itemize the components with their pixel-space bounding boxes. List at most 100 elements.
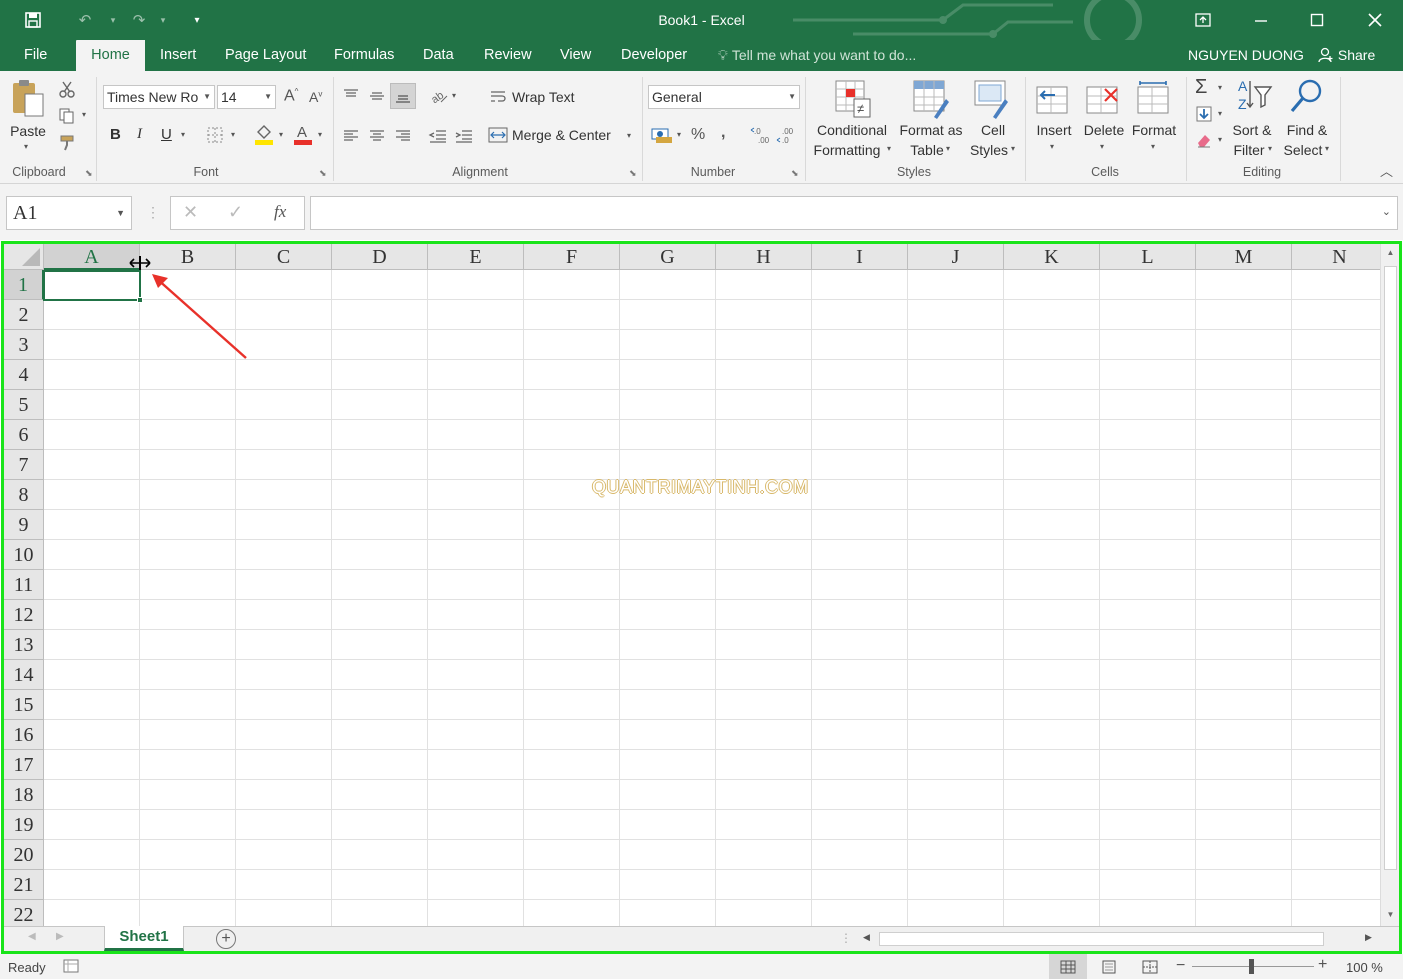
autosum-icon[interactable]: Σ: [1195, 76, 1207, 99]
row-header-6[interactable]: 6: [4, 420, 44, 450]
horizontal-scrollbar[interactable]: ◀ ▶: [859, 930, 1379, 948]
fill-color-dropdown-icon[interactable]: ▾: [279, 130, 283, 139]
row-header-14[interactable]: 14: [4, 660, 44, 690]
row-header-12[interactable]: 12: [4, 600, 44, 630]
row-header-9[interactable]: 9: [4, 510, 44, 540]
share-button[interactable]: Share: [1318, 40, 1375, 71]
percent-style-button[interactable]: %: [691, 126, 705, 144]
tab-home[interactable]: Home: [76, 40, 145, 71]
page-layout-view-icon[interactable]: [1092, 958, 1126, 976]
increase-decimal-icon[interactable]: .0.00: [750, 124, 772, 146]
number-format-combo[interactable]: General ▼: [648, 85, 800, 109]
tab-developer[interactable]: Developer: [613, 40, 695, 71]
row-header-13[interactable]: 13: [4, 630, 44, 660]
new-sheet-icon[interactable]: +: [216, 929, 236, 949]
zoom-out-icon[interactable]: −: [1176, 957, 1185, 975]
confirm-entry-icon[interactable]: ✓: [228, 202, 243, 223]
decrease-decimal-icon[interactable]: .00.0: [776, 124, 798, 146]
select-all-corner[interactable]: [4, 244, 44, 270]
comma-style-button[interactable]: ,: [721, 124, 725, 142]
format-painter-icon[interactable]: [57, 133, 77, 153]
column-header-h[interactable]: H: [716, 244, 812, 270]
font-color-dropdown-icon[interactable]: ▾: [318, 130, 322, 139]
name-box[interactable]: A1 ▼: [6, 196, 132, 230]
row-header-18[interactable]: 18: [4, 780, 44, 810]
wrap-text-icon[interactable]: [488, 87, 508, 107]
scroll-right-icon[interactable]: ▶: [1365, 932, 1372, 943]
sheet-tab-sheet1[interactable]: Sheet1: [104, 926, 184, 951]
autosum-dropdown-icon[interactable]: ▾: [1218, 83, 1222, 92]
user-name[interactable]: NGUYEN DUONG: [1188, 40, 1304, 71]
row-header-1[interactable]: 1: [4, 270, 44, 300]
column-header-k[interactable]: K: [1004, 244, 1100, 270]
collapse-ribbon-icon[interactable]: ︿: [1380, 161, 1393, 180]
accounting-dropdown-icon[interactable]: ▾: [677, 130, 681, 139]
align-center-icon[interactable]: [366, 125, 388, 147]
increase-indent-icon[interactable]: [453, 125, 475, 147]
row-header-21[interactable]: 21: [4, 870, 44, 900]
row-header-10[interactable]: 10: [4, 540, 44, 570]
bold-button[interactable]: B: [110, 126, 121, 143]
column-header-f[interactable]: F: [524, 244, 620, 270]
wrap-text-button[interactable]: Wrap Text: [512, 89, 575, 105]
bottom-align-icon[interactable]: [390, 83, 416, 109]
tab-page-layout[interactable]: Page Layout: [217, 40, 314, 71]
row-header-15[interactable]: 15: [4, 690, 44, 720]
normal-view-icon[interactable]: [1049, 954, 1087, 979]
align-left-icon[interactable]: [340, 125, 362, 147]
underline-dropdown-icon[interactable]: ▾: [181, 130, 185, 139]
column-header-d[interactable]: D: [332, 244, 428, 270]
font-color-icon[interactable]: A: [292, 122, 314, 146]
orientation-icon[interactable]: ab: [428, 85, 450, 107]
fill-dropdown-icon[interactable]: ▾: [1218, 109, 1222, 118]
minimize-icon[interactable]: [1238, 4, 1284, 36]
merge-center-button[interactable]: Merge & Center: [512, 127, 611, 143]
clear-dropdown-icon[interactable]: ▾: [1218, 135, 1222, 144]
horizontal-scroll-thumb[interactable]: [879, 932, 1324, 946]
close-icon[interactable]: [1352, 4, 1398, 36]
row-header-20[interactable]: 20: [4, 840, 44, 870]
column-header-i[interactable]: I: [812, 244, 908, 270]
font-launcher-icon[interactable]: ⬊: [319, 168, 327, 179]
accounting-format-icon[interactable]: [650, 124, 674, 146]
zoom-in-icon[interactable]: +: [1318, 956, 1327, 974]
alignment-launcher-icon[interactable]: ⬊: [629, 168, 637, 179]
scroll-up-icon[interactable]: ▲: [1381, 248, 1399, 257]
column-header-g[interactable]: G: [620, 244, 716, 270]
vertical-scroll-thumb[interactable]: [1384, 266, 1397, 870]
tab-view[interactable]: View: [552, 40, 599, 71]
borders-icon[interactable]: [205, 125, 225, 145]
orientation-dropdown-icon[interactable]: ▾: [452, 91, 456, 100]
tab-formulas[interactable]: Formulas: [326, 40, 402, 71]
row-header-11[interactable]: 11: [4, 570, 44, 600]
vertical-scrollbar[interactable]: ▲ ▼: [1380, 244, 1399, 926]
row-header-3[interactable]: 3: [4, 330, 44, 360]
ribbon-display-options-icon[interactable]: [1180, 4, 1226, 36]
cut-icon[interactable]: [57, 79, 77, 99]
row-header-4[interactable]: 4: [4, 360, 44, 390]
tab-data[interactable]: Data: [415, 40, 462, 71]
font-name-combo[interactable]: Times New Ro ▼: [103, 85, 215, 109]
row-header-2[interactable]: 2: [4, 300, 44, 330]
column-header-m[interactable]: M: [1196, 244, 1292, 270]
increase-font-icon[interactable]: A^: [284, 87, 298, 105]
row-header-17[interactable]: 17: [4, 750, 44, 780]
macro-record-icon[interactable]: [62, 958, 80, 974]
page-break-view-icon[interactable]: [1133, 958, 1167, 976]
row-header-16[interactable]: 16: [4, 720, 44, 750]
formula-input[interactable]: ⌄: [310, 196, 1398, 230]
borders-dropdown-icon[interactable]: ▾: [231, 130, 235, 139]
column-header-l[interactable]: L: [1100, 244, 1196, 270]
tell-me-search[interactable]: 💡︎ Tell me what you want to do...: [718, 40, 916, 71]
tab-insert[interactable]: Insert: [152, 40, 204, 71]
number-launcher-icon[interactable]: ⬊: [791, 168, 799, 179]
insert-function-button[interactable]: fx: [274, 202, 286, 222]
zoom-slider-thumb[interactable]: [1249, 959, 1254, 974]
row-header-8[interactable]: 8: [4, 480, 44, 510]
fill-icon[interactable]: [1194, 104, 1214, 124]
copy-dropdown-icon[interactable]: ▾: [82, 110, 86, 119]
clear-icon[interactable]: [1194, 130, 1214, 150]
column-header-n[interactable]: N: [1292, 244, 1388, 270]
scroll-left-icon[interactable]: ◀: [863, 932, 870, 943]
merge-dropdown-icon[interactable]: ▾: [627, 131, 631, 140]
